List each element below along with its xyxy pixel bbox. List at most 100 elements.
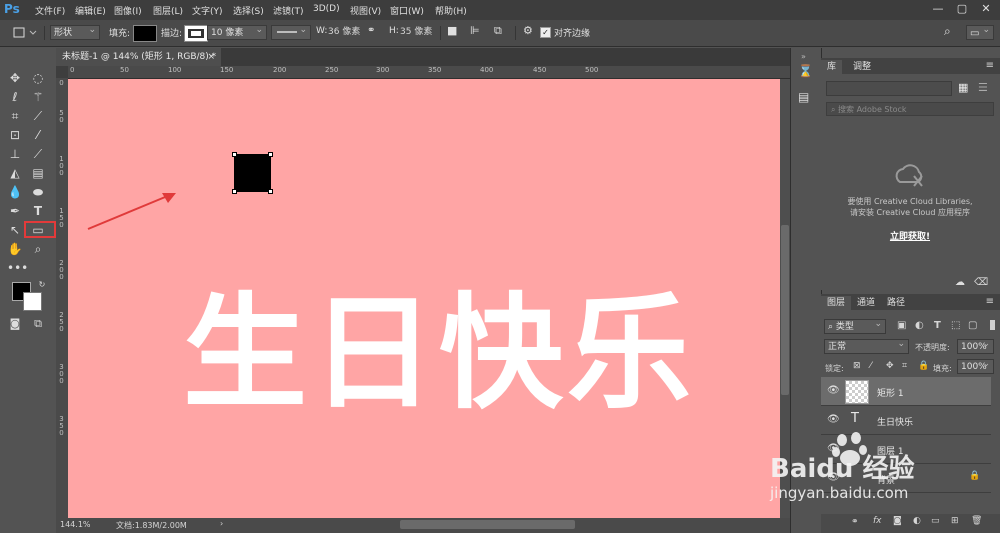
lock-artboard-icon[interactable]: ⌗ xyxy=(902,361,907,371)
filter-shape-icon[interactable]: ⬚ xyxy=(951,320,960,331)
more-tools-icon[interactable]: ••• xyxy=(7,260,28,276)
dodge-tool-icon[interactable]: ⬬ xyxy=(30,184,46,200)
close-tab-icon[interactable]: × xyxy=(207,48,215,66)
menu-file[interactable]: 文件(F) xyxy=(35,4,65,17)
resize-handle[interactable] xyxy=(268,189,273,194)
resize-handle[interactable] xyxy=(268,152,273,157)
menu-select[interactable]: 选择(S) xyxy=(233,4,264,17)
add-mask-icon[interactable]: ◙ xyxy=(893,516,902,526)
library-select[interactable] xyxy=(826,81,952,96)
menu-help[interactable]: 帮助(H) xyxy=(435,4,467,17)
filter-type-icon[interactable]: T xyxy=(934,320,941,331)
blend-mode-select[interactable]: 正常 xyxy=(824,337,909,354)
tool-preset-picker[interactable] xyxy=(10,25,40,40)
close-button[interactable]: ✕ xyxy=(976,2,996,18)
fill-swatch[interactable] xyxy=(133,25,157,42)
eraser-tool-icon[interactable]: ◭ xyxy=(7,165,23,181)
layer-row-rectangle[interactable]: 👁 矩形 1 xyxy=(821,377,991,406)
list-view-icon[interactable]: ☰ xyxy=(978,81,988,94)
vertical-scroll-thumb[interactable] xyxy=(781,225,789,395)
status-menu-icon[interactable]: › xyxy=(220,519,223,528)
lock-transparent-icon[interactable]: ⊠ xyxy=(853,361,861,371)
gear-icon[interactable]: ⚙ xyxy=(523,24,533,37)
restore-button[interactable]: ▢ xyxy=(952,2,972,18)
filter-toggle[interactable] xyxy=(990,320,995,330)
stroke-swatch[interactable] xyxy=(184,25,208,42)
layer-filter-select[interactable]: ⌕ 类型 xyxy=(824,317,886,334)
zoom-level[interactable]: 144.1% xyxy=(60,520,91,529)
document-canvas[interactable]: 生日快乐 xyxy=(68,79,780,518)
lock-image-icon[interactable]: ⁄ xyxy=(870,361,872,371)
layers-panel-menu-icon[interactable]: ≡ xyxy=(986,296,994,307)
zoom-tool-icon[interactable]: ⌕ xyxy=(30,241,46,257)
menu-filter[interactable]: 滤镜(T) xyxy=(273,4,304,17)
gradient-tool-icon[interactable]: ▤ xyxy=(30,165,46,181)
filter-pixel-icon[interactable]: ▣ xyxy=(897,320,906,331)
visibility-eye-icon[interactable]: 👁 xyxy=(827,414,840,425)
delete-layer-icon[interactable]: 🗑 xyxy=(971,516,982,526)
marquee-tool-icon[interactable]: ◌ xyxy=(30,70,46,86)
menu-type[interactable]: 文字(Y) xyxy=(192,4,223,17)
menu-3d[interactable]: 3D(D) xyxy=(313,4,340,14)
fill-input[interactable]: 100% xyxy=(957,357,994,374)
lock-position-icon[interactable]: ✥ xyxy=(886,361,894,371)
path-operations-icon[interactable]: ■ xyxy=(447,24,457,37)
cc-sync-icon[interactable]: ☁ xyxy=(955,277,965,288)
opacity-input[interactable]: 100% xyxy=(957,337,994,354)
layer-name[interactable]: 矩形 1 xyxy=(877,386,904,399)
new-layer-icon[interactable]: ⊞ xyxy=(951,516,959,526)
hand-tool-icon[interactable]: ✋ xyxy=(7,241,23,257)
blur-tool-icon[interactable]: 💧 xyxy=(7,184,23,200)
brush-tool-icon[interactable]: ⁄ xyxy=(30,127,46,143)
shape-mode-select[interactable]: 形状 xyxy=(50,23,100,40)
history-brush-icon[interactable]: ⟋ xyxy=(30,146,46,162)
menu-layer[interactable]: 图层(L) xyxy=(153,4,183,17)
pen-tool-icon[interactable]: ✒ xyxy=(7,203,23,219)
minimize-button[interactable]: — xyxy=(928,2,948,18)
filter-smart-object-icon[interactable]: ▢ xyxy=(968,320,977,331)
panel-menu-icon[interactable]: ≡ xyxy=(986,60,994,71)
document-tab[interactable]: 未标题-1 @ 144% (矩形 1, RGB/8) * × xyxy=(56,48,221,66)
stroke-type-select[interactable] xyxy=(271,23,311,40)
visibility-eye-icon[interactable]: 👁 xyxy=(827,385,840,396)
document-size[interactable]: 文档:1.83M/2.00M xyxy=(116,520,187,531)
fx-icon[interactable]: fx xyxy=(873,516,882,526)
tab-adjustments[interactable]: 调整 xyxy=(847,60,877,74)
properties-panel-icon[interactable]: ▤ xyxy=(798,90,809,104)
horizontal-ruler[interactable]: 0 50 100 150 200 250 300 350 400 450 500 xyxy=(68,66,790,79)
height-input[interactable]: 35 像素 xyxy=(400,25,434,40)
menu-image[interactable]: 图像(I) xyxy=(114,4,142,17)
path-alignment-icon[interactable]: ⊫ xyxy=(470,24,480,37)
layer-name[interactable]: 生日快乐 xyxy=(877,415,913,428)
type-tool-icon[interactable]: T xyxy=(30,203,46,219)
filter-adjustment-icon[interactable]: ◐ xyxy=(915,320,924,331)
background-color-swatch[interactable] xyxy=(23,292,42,311)
magic-wand-icon[interactable]: ⚚ xyxy=(30,89,46,105)
get-now-link[interactable]: 立即获取! xyxy=(830,229,990,242)
new-group-icon[interactable]: ▭ xyxy=(931,516,940,526)
menu-view[interactable]: 视图(V) xyxy=(350,4,381,17)
canvas-text-layer[interactable]: 生日快乐 xyxy=(183,252,695,432)
search-icon[interactable]: ⌕ xyxy=(944,24,951,39)
tab-layers[interactable]: 图层 xyxy=(821,296,852,310)
tab-channels[interactable]: 通道 xyxy=(851,296,881,310)
workspace-select[interactable]: ▭ xyxy=(966,23,994,40)
menu-window[interactable]: 窗口(W) xyxy=(390,4,424,17)
healing-brush-icon[interactable]: ⊡ xyxy=(7,127,23,143)
adjustment-layer-icon[interactable]: ◐ xyxy=(913,516,921,526)
grid-view-icon[interactable]: ▦ xyxy=(958,81,968,94)
tab-library[interactable]: 库 xyxy=(821,60,843,74)
stroke-size-select[interactable]: 10 像素 xyxy=(207,23,267,40)
link-layers-icon[interactable]: ⚭ xyxy=(851,517,859,527)
eyedropper-icon[interactable]: ⟋ xyxy=(30,108,46,124)
resize-handle[interactable] xyxy=(232,189,237,194)
quick-mask-icon[interactable]: ◙ xyxy=(7,316,23,332)
rectangle-shape[interactable] xyxy=(232,152,273,194)
path-arrangement-icon[interactable]: ⧉ xyxy=(494,24,502,38)
crop-tool-icon[interactable]: ⌗ xyxy=(7,108,23,124)
tab-paths[interactable]: 路径 xyxy=(881,296,911,310)
resize-handle[interactable] xyxy=(232,152,237,157)
clone-stamp-icon[interactable]: ⊥ xyxy=(7,146,23,162)
lasso-tool-icon[interactable]: ℓ xyxy=(7,89,23,105)
width-input[interactable]: 36 像素 xyxy=(328,25,362,40)
